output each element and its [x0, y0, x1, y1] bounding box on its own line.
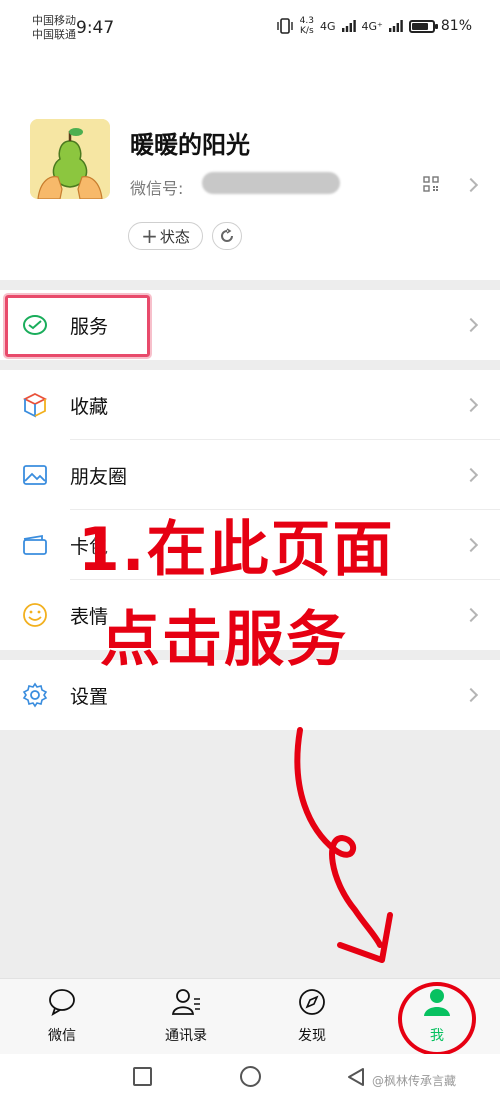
tab-chats[interactable]: 微信 — [22, 987, 102, 1045]
chevron-right-icon — [463, 607, 479, 623]
annotation-arrow-icon — [294, 727, 393, 963]
tab-label: 微信 — [48, 1028, 76, 1044]
chevron-right-icon — [463, 397, 479, 413]
wechat-id-value-blurred — [202, 172, 340, 194]
carrier-info: 中国移动 中国联通 — [32, 14, 76, 42]
refresh-icon — [221, 228, 233, 242]
clock: 9:47 — [76, 18, 115, 38]
menu-item-service[interactable]: 服务 — [0, 290, 500, 360]
nickname: 暖暖的阳光 — [130, 131, 250, 159]
watermark: @枫林传承言藏 — [372, 1074, 457, 1088]
service-group: 服务 — [0, 290, 500, 360]
tab-discover[interactable]: 发现 — [272, 987, 352, 1045]
chevron-right-icon — [463, 687, 479, 703]
gear-icon — [22, 682, 48, 708]
annotation-line-2: 点击服务 — [100, 605, 348, 675]
annotation-line-1: 1.在此页面 — [78, 515, 395, 585]
menu-item-moments[interactable]: 朋友圈 — [0, 440, 500, 510]
cube-icon — [22, 392, 48, 418]
avatar[interactable] — [30, 119, 110, 199]
signal-bars-icon — [341, 20, 356, 32]
compass-icon — [299, 989, 325, 1015]
carrier-1: 中国移动 — [32, 14, 76, 27]
add-status-button[interactable]: + 状态 — [128, 222, 203, 250]
chat-icon — [49, 989, 75, 1016]
photo-icon — [23, 465, 47, 485]
qr-code-icon[interactable] — [423, 176, 439, 192]
net-speed: 4.3 K/s — [299, 16, 314, 36]
tab-label: 发现 — [298, 1028, 326, 1044]
tab-label: 通讯录 — [165, 1028, 207, 1044]
carrier-2: 中国联通 — [32, 28, 76, 41]
recent-apps-button[interactable] — [133, 1067, 152, 1086]
highlight-box — [5, 295, 150, 357]
menu-item-label: 设置 — [70, 686, 109, 708]
menu-item-label: 收藏 — [70, 396, 109, 418]
status-bar: 中国移动 中国联通 9:47 4.3 K/s 4G 4G⁺ 81% — [0, 0, 500, 60]
system-nav-bar: @枫林传承言藏 — [0, 1054, 500, 1103]
wallet-icon — [23, 534, 47, 555]
profile-chevron-icon[interactable] — [463, 177, 479, 193]
signal-2-label: 4G⁺ — [361, 19, 383, 33]
pear-avatar-icon — [30, 119, 110, 199]
tab-contacts[interactable]: 通讯录 — [146, 987, 226, 1045]
status-button-label: 状态 — [159, 227, 190, 246]
annotation-circle — [398, 982, 476, 1056]
chevron-right-icon — [463, 317, 479, 333]
plus-icon: + — [141, 224, 158, 248]
battery-icon — [408, 19, 438, 33]
menu-item-favorites[interactable]: 收藏 — [0, 370, 500, 440]
chevron-right-icon — [463, 537, 479, 553]
chevron-right-icon — [463, 467, 479, 483]
wechat-id-label: 微信号: — [130, 179, 184, 198]
back-triangle-icon[interactable] — [345, 1066, 367, 1088]
home-button[interactable] — [240, 1066, 261, 1087]
contacts-icon — [171, 989, 200, 1015]
status-icons: 4.3 K/s 4G 4G⁺ 81% — [276, 16, 472, 36]
vibrate-icon — [276, 18, 293, 34]
profile-header[interactable]: 暖暖的阳光 微信号: + 状态 — [0, 60, 500, 280]
signal-1-label: 4G — [320, 19, 336, 33]
menu-item-label: 朋友圈 — [70, 466, 128, 488]
battery-percent: 81% — [440, 18, 472, 34]
refresh-status-button[interactable] — [212, 222, 242, 250]
smiley-icon — [23, 603, 47, 627]
signal-bars-icon — [388, 20, 403, 32]
